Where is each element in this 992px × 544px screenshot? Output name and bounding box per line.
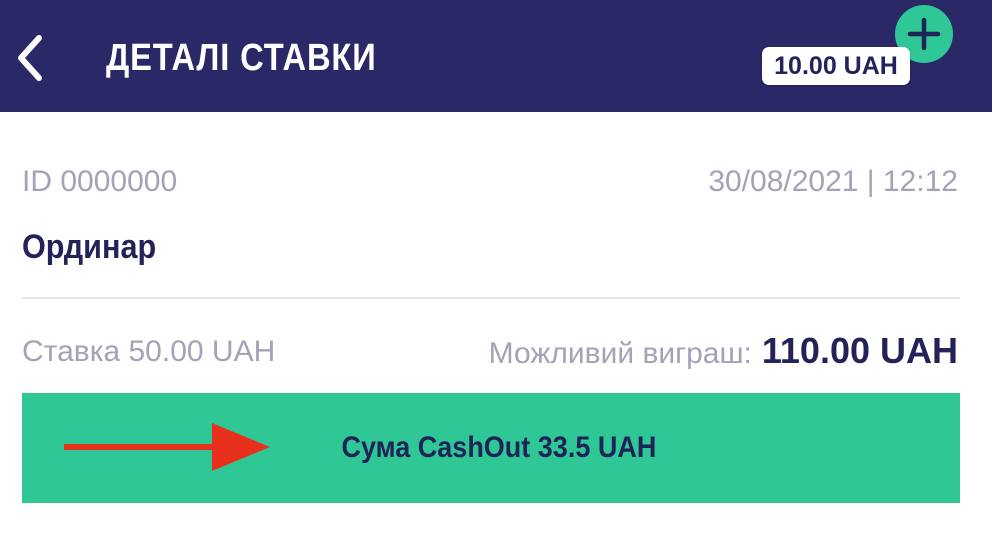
- bet-id: ID 0000000: [22, 165, 178, 198]
- bet-type: Ординар: [22, 228, 157, 266]
- stake-amount: Ставка 50.00 UAH: [22, 335, 276, 368]
- red-arrow-annotation-icon: [64, 423, 270, 471]
- page-title: ДЕТАЛІ СТАВКИ: [106, 37, 377, 79]
- potential-win-label: Можливий виграш:: [488, 337, 752, 370]
- app-header: ДЕТАЛІ СТАВКИ 10.00 UAH: [0, 0, 992, 112]
- bet-datetime: 30/08/2021 | 12:12: [708, 165, 958, 198]
- balance-badge[interactable]: 10.00 UAH: [762, 47, 910, 85]
- cashout-label: Сума CashOut 33.5 UAH: [341, 431, 657, 464]
- plus-icon: [907, 17, 941, 51]
- bet-details-screen: ДЕТАЛІ СТАВКИ 10.00 UAH ID 0000000 30/08…: [0, 0, 992, 544]
- potential-win-value: 110.00 UAH: [761, 330, 958, 371]
- back-button[interactable]: [8, 30, 52, 86]
- chevron-left-icon: [18, 35, 42, 81]
- divider: [22, 297, 960, 299]
- potential-win: Можливий виграш: 110.00 UAH: [489, 330, 958, 372]
